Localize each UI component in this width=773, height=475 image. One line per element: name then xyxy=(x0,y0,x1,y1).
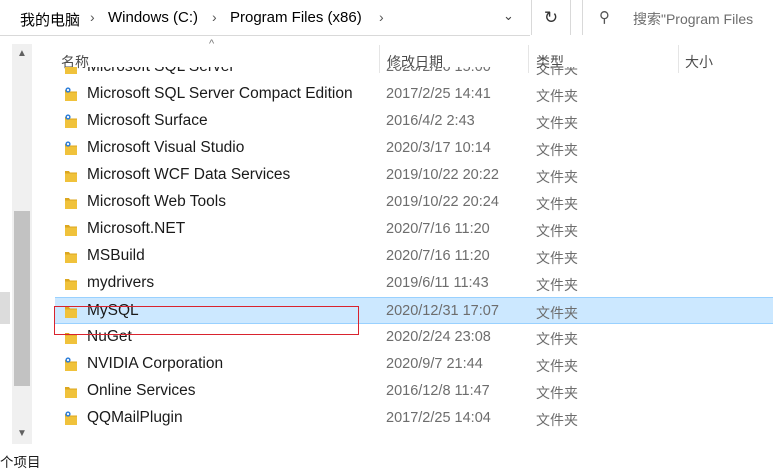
modified-date: 2020/7/16 11:20 xyxy=(386,221,490,237)
file-type: 文件夹 xyxy=(536,412,578,428)
breadcrumb-my-computer[interactable]: 我的电脑 xyxy=(20,9,80,30)
file-name[interactable]: Microsoft Visual Studio xyxy=(87,139,244,157)
scroll-up-arrow-icon[interactable]: ▲ xyxy=(12,44,32,64)
file-type: 文件夹 xyxy=(536,67,578,77)
modified-date: 2019/10/22 20:22 xyxy=(386,167,499,183)
modified-date: 2020/3/17 10:14 xyxy=(386,140,491,156)
folder-icon xyxy=(64,384,78,399)
file-name[interactable]: Microsoft.NET xyxy=(87,220,185,238)
file-type: 文件夹 xyxy=(536,250,578,266)
modified-date: 2020/7/16 11:20 xyxy=(386,248,490,264)
modified-date: 2020/2/26 15:00 xyxy=(386,67,491,75)
file-name[interactable]: MSBuild xyxy=(87,247,145,265)
file-name[interactable]: Online Services xyxy=(87,382,196,400)
file-type: 文件夹 xyxy=(536,277,578,293)
breadcrumb-windows-c[interactable]: Windows (C:) xyxy=(108,9,198,26)
file-name[interactable]: Microsoft SQL Server xyxy=(87,67,235,76)
modified-date: 2017/2/25 14:41 xyxy=(386,86,491,102)
file-type: 文件夹 xyxy=(536,331,578,347)
modified-date: 2017/2/25 14:04 xyxy=(386,410,491,426)
table-row[interactable]: MSBuild 2020/7/16 11:20 文件夹 xyxy=(0,243,773,270)
file-type: 文件夹 xyxy=(536,223,578,239)
table-row[interactable]: NVIDIA Corporation 2020/9/7 21:44 文件夹 xyxy=(0,351,773,378)
file-name[interactable]: Microsoft WCF Data Services xyxy=(87,166,290,184)
breadcrumb-separator-icon[interactable]: › xyxy=(90,9,95,25)
search-input[interactable]: 搜索"Program Files xyxy=(633,9,753,29)
shared-folder-icon xyxy=(64,67,78,75)
table-row[interactable]: Microsoft.NET 2020/7/16 11:20 文件夹 xyxy=(0,216,773,243)
folder-icon xyxy=(64,195,78,210)
file-name[interactable]: NVIDIA Corporation xyxy=(87,355,223,373)
table-row[interactable]: QQMailPlugin 2017/2/25 14:04 文件夹 xyxy=(0,405,773,432)
breadcrumb-separator-icon[interactable]: › xyxy=(379,9,384,25)
modified-date: 2016/12/8 11:47 xyxy=(386,383,490,399)
file-type: 文件夹 xyxy=(536,305,578,321)
shared-folder-icon xyxy=(64,411,78,426)
file-type: 文件夹 xyxy=(536,142,578,158)
file-name[interactable]: mydrivers xyxy=(87,274,154,292)
file-name[interactable]: Microsoft Web Tools xyxy=(87,193,226,211)
file-type: 文件夹 xyxy=(536,88,578,104)
annotation-highlight-box xyxy=(54,306,359,335)
file-name[interactable]: Microsoft SQL Server Compact Edition xyxy=(87,85,353,103)
file-type: 文件夹 xyxy=(536,385,578,401)
file-name[interactable]: QQMailPlugin xyxy=(87,409,183,427)
shared-folder-icon xyxy=(64,87,78,102)
modified-date: 2019/6/11 11:43 xyxy=(386,275,489,291)
shared-folder-icon xyxy=(64,141,78,156)
modified-date: 2020/2/24 23:08 xyxy=(386,329,491,345)
table-row[interactable]: mydrivers 2019/6/11 11:43 文件夹 xyxy=(0,270,773,297)
table-row[interactable]: Online Services 2016/12/8 11:47 文件夹 xyxy=(0,378,773,405)
sort-ascending-icon: ^ xyxy=(209,38,215,50)
file-type: 文件夹 xyxy=(536,358,578,374)
address-toolbar: 我的电脑 › Windows (C:) › Program Files (x86… xyxy=(0,0,773,36)
refresh-button[interactable]: ↻ xyxy=(531,0,571,35)
chevron-down-icon[interactable]: ⌄ xyxy=(503,8,514,24)
address-bar[interactable]: 我的电脑 › Windows (C:) › Program Files (x86… xyxy=(0,0,530,36)
folder-icon xyxy=(64,276,78,291)
shared-folder-icon xyxy=(64,114,78,129)
table-row[interactable]: Microsoft SQL Server Compact Edition 2017… xyxy=(0,81,773,108)
search-box[interactable]: ⚲ 搜索"Program Files xyxy=(582,0,773,35)
folder-icon xyxy=(64,168,78,183)
table-row[interactable]: Microsoft Surface 2016/4/2 2:43 文件夹 xyxy=(0,108,773,135)
file-list: Microsoft SQL Server2020/2/26 15:00文件夹Mi… xyxy=(0,67,773,445)
modified-date: 2020/12/31 17:07 xyxy=(386,303,499,319)
modified-date: 2020/9/7 21:44 xyxy=(386,356,483,372)
folder-icon xyxy=(64,249,78,264)
refresh-icon: ↻ xyxy=(543,7,559,27)
folder-icon xyxy=(64,222,78,237)
breadcrumb-program-files-x86[interactable]: Program Files (x86) xyxy=(230,9,362,26)
file-name[interactable]: Microsoft Surface xyxy=(87,112,208,130)
breadcrumb-separator-icon[interactable]: › xyxy=(212,9,217,25)
shared-folder-icon xyxy=(64,357,78,372)
table-row[interactable]: Microsoft Web Tools 2019/10/22 20:24 文件夹 xyxy=(0,189,773,216)
table-row[interactable]: Microsoft Visual Studio 2020/3/17 10:14 文件… xyxy=(0,135,773,162)
modified-date: 2016/4/2 2:43 xyxy=(386,113,475,129)
table-row[interactable]: Microsoft WCF Data Services 2019/10/22 20… xyxy=(0,162,773,189)
table-row[interactable]: Microsoft SQL Server 2020/2/26 15:00 文件夹 xyxy=(0,67,773,81)
file-type: 文件夹 xyxy=(536,169,578,185)
status-item-count: 个项目 xyxy=(0,455,41,470)
modified-date: 2019/10/22 20:24 xyxy=(386,194,499,210)
search-icon: ⚲ xyxy=(599,9,610,26)
file-type: 文件夹 xyxy=(536,196,578,212)
file-type: 文件夹 xyxy=(536,115,578,131)
